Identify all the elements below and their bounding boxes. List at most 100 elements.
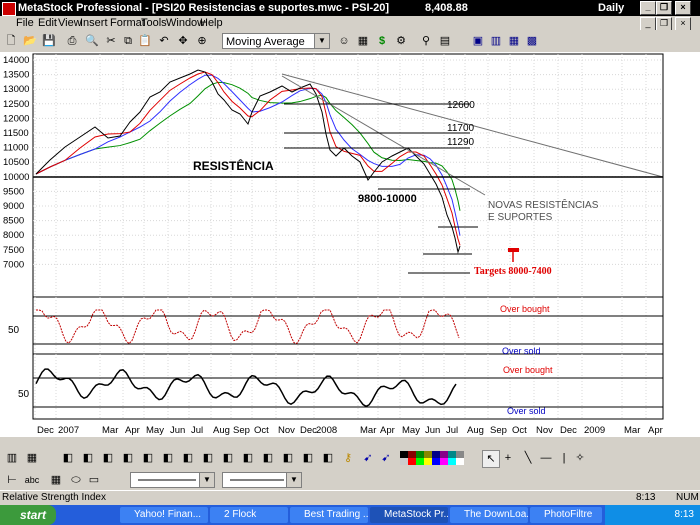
layout-horizontal-icon[interactable]: ▥ [488, 33, 504, 49]
tool-icon[interactable]: ◧ [60, 450, 76, 466]
print-icon[interactable]: ⎙ [64, 33, 80, 49]
tool-icon[interactable]: ◧ [300, 450, 316, 466]
minimize-icon[interactable]: _ [640, 1, 656, 15]
bar-chart-icon[interactable]: ▦ [24, 450, 40, 466]
pointer-icon[interactable]: ↖ [482, 450, 500, 468]
tool-icon[interactable]: ◧ [120, 450, 136, 466]
price-tick-label: 11000 [3, 143, 29, 154]
tool-icon[interactable]: ◧ [140, 450, 156, 466]
child-minimize-icon[interactable]: _ [640, 17, 656, 31]
child-close-icon[interactable]: × [675, 17, 691, 31]
text-tool-icon[interactable]: abc [24, 472, 40, 488]
menu-format[interactable]: Format [110, 17, 145, 29]
tool-icon[interactable]: ◧ [240, 450, 256, 466]
menu-insert[interactable]: Insert [80, 17, 108, 29]
menu-file[interactable]: File [16, 17, 34, 29]
task-flock[interactable]: 2 Flock [210, 507, 288, 523]
chart-type-icon[interactable]: ▥ [4, 450, 20, 466]
child-restore-icon[interactable]: ❐ [656, 17, 672, 31]
task-label: 2 Flock [224, 509, 257, 520]
pin-icon[interactable]: ➹ [360, 450, 376, 466]
periodicity-readout[interactable]: Daily [598, 2, 624, 14]
close-icon[interactable]: × [675, 1, 691, 15]
time-tick-label: Oct [254, 425, 269, 436]
save-icon[interactable]: 💾 [41, 33, 57, 49]
copy-icon[interactable]: ⧉ [120, 33, 136, 49]
tool-icon[interactable]: ◧ [220, 450, 236, 466]
ruler-icon[interactable]: ⊢ [4, 472, 20, 488]
stoch-axis-label: 50 [18, 389, 30, 400]
task-best-trading[interactable]: Best Trading ... [290, 507, 368, 523]
tool-icon[interactable]: ◧ [260, 450, 276, 466]
price-tick-label: 14000 [3, 55, 29, 66]
vertical-line-icon[interactable]: | [556, 450, 572, 466]
layout-cascade-icon[interactable]: ▣ [470, 33, 486, 49]
metastock-app-icon[interactable] [2, 2, 16, 16]
zoom-icon[interactable]: ⊕ [194, 33, 210, 49]
print-preview-icon[interactable]: 🔍 [84, 33, 100, 49]
tool-icon[interactable]: ◧ [180, 450, 196, 466]
task-metastock[interactable]: MetaStock Pr... [370, 507, 448, 523]
task-photofiltre[interactable]: PhotoFiltre [530, 507, 602, 523]
wand-icon[interactable]: ✧ [572, 450, 588, 466]
menu-edit[interactable]: Edit [38, 17, 57, 29]
paste-icon[interactable]: 📋 [137, 33, 153, 49]
menu-view[interactable]: View [58, 17, 82, 29]
chart-window[interactable]: 14000 13500 13000 12500 12000 11500 11000 10500… [0, 52, 700, 437]
system-tray: 8:13 [605, 505, 700, 525]
task-yahoo[interactable]: Yahoo! Finan... [120, 507, 208, 523]
tool-icon[interactable]: ◧ [100, 450, 116, 466]
crosshair-tool-icon[interactable]: + [500, 450, 516, 466]
stoch-oversold-label: Over sold [507, 406, 546, 416]
horizontal-line-icon[interactable]: — [538, 450, 554, 466]
binoculars-icon[interactable]: ⚲ [418, 33, 434, 49]
table-icon[interactable]: ▦ [48, 472, 64, 488]
dollar-icon[interactable]: $ [374, 33, 390, 49]
layout-vertical-icon[interactable]: ▦ [506, 33, 522, 49]
new-file-icon[interactable]: 🗋 [3, 33, 19, 49]
time-tick-label: Sep [233, 425, 250, 436]
time-axis: Dec 2007 Mar Apr May Jun Jul Aug Sep Oct Nov Dec 200… [37, 425, 663, 436]
chevron-down-icon[interactable]: ▼ [286, 473, 301, 487]
explorer-icon[interactable]: ▦ [355, 33, 371, 49]
new-levels-label: NOVAS RESISTÊNCIAS [488, 198, 599, 211]
indicator-select[interactable]: Moving Average ▼ [222, 33, 330, 49]
status-bar: Relative Strength Index 8:13 NUM [0, 490, 700, 505]
crosshair-icon[interactable]: ✥ [175, 33, 191, 49]
windows-taskbar: start Yahoo! Finan... 2 Flock Best Tradi… [0, 505, 700, 525]
chevron-down-icon[interactable]: ▼ [199, 473, 214, 487]
expert-advisor-icon[interactable]: ☺ [336, 33, 352, 49]
cut-icon[interactable]: ✂ [103, 33, 119, 49]
task-download[interactable]: The DownLoa... [450, 507, 528, 523]
task-label: Yahoo! Finan... [134, 509, 202, 520]
tool-icon[interactable]: ◧ [320, 450, 336, 466]
chart-canvas[interactable]: 14000 13500 13000 12500 12000 11500 11000 10500… [0, 52, 700, 437]
layout-tile-icon[interactable]: ▩ [524, 33, 540, 49]
line-width-select[interactable]: ▼ [222, 472, 302, 488]
restore-icon[interactable]: ❐ [656, 1, 672, 15]
menu-tools[interactable]: Tools [141, 17, 167, 29]
trendline-tool-icon[interactable]: ╲ [520, 450, 536, 466]
open-folder-icon[interactable]: 📂 [22, 33, 38, 49]
time-tick-label: May [402, 425, 420, 436]
tool-icon[interactable]: ◧ [280, 450, 296, 466]
undo-icon[interactable]: ↶ [156, 33, 172, 49]
key-icon[interactable]: ⚷ [340, 450, 356, 466]
chevron-down-icon[interactable]: ▼ [314, 34, 329, 48]
start-button[interactable]: start [0, 505, 56, 525]
tool-icon[interactable]: ◧ [80, 450, 96, 466]
num-lock-indicator: NUM [676, 492, 699, 503]
time-tick-label: Nov [536, 425, 553, 436]
menu-help[interactable]: Help [200, 17, 223, 29]
price-tick-label: 8000 [3, 230, 24, 241]
rectangle-icon[interactable]: ▭ [86, 472, 102, 488]
marker-icon[interactable]: ➹ [378, 450, 394, 466]
grid-icon[interactable]: ▤ [437, 33, 453, 49]
ellipse-icon[interactable]: ⬭ [68, 472, 84, 488]
tool-icon[interactable]: ◧ [160, 450, 176, 466]
line-style-select[interactable]: ▼ [130, 472, 215, 488]
tool-icon[interactable]: ◧ [200, 450, 216, 466]
tools-icon[interactable]: ⚙ [393, 33, 409, 49]
price-axis: 14000 13500 13000 12500 12000 11500 11000 10500… [3, 55, 29, 270]
color-palette[interactable] [400, 451, 465, 465]
